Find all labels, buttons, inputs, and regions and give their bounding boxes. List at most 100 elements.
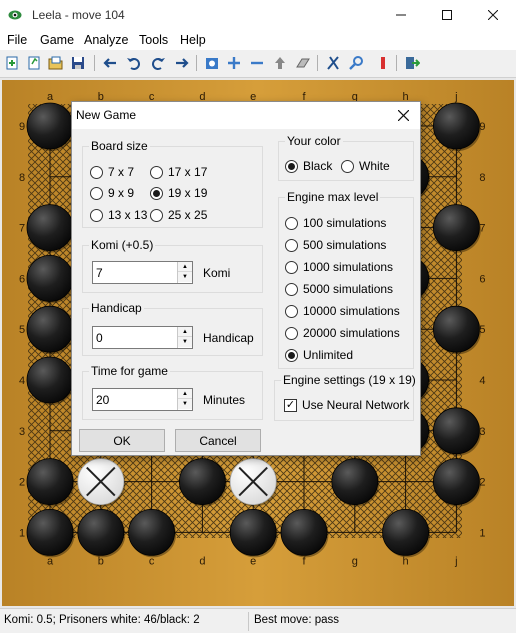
handicap-input[interactable]	[93, 327, 175, 348]
radio-color-black[interactable]: Black	[285, 159, 332, 173]
status-divider	[248, 612, 249, 631]
spin-up-button[interactable]: ▲	[178, 327, 192, 337]
maximize-icon	[442, 10, 452, 20]
radio-label: 25 x 25	[168, 208, 208, 222]
redo-button[interactable]	[148, 53, 168, 73]
row-label-left: 9	[19, 121, 25, 133]
column-label-top: j	[454, 91, 457, 103]
radio-label: Unlimited	[303, 348, 354, 362]
komi-group: Komi (+0.5) ▲ ▼ Komi	[82, 238, 263, 293]
forward-button[interactable]	[172, 53, 192, 73]
new-game-button[interactable]	[2, 53, 22, 73]
exit-button[interactable]	[402, 53, 422, 73]
cut-button[interactable]	[323, 53, 343, 73]
window-title: Leela - move 104	[32, 8, 125, 22]
settings-button[interactable]	[202, 53, 222, 73]
close-icon	[488, 10, 498, 20]
komi-spinbox[interactable]: ▲ ▼	[92, 261, 193, 284]
spin-down-button[interactable]: ▼	[178, 399, 192, 409]
radio-board-7x7[interactable]: 7 x 7	[90, 165, 134, 179]
zoom-out-button[interactable]	[247, 53, 267, 73]
radio-board-17x17[interactable]: 17 x 17	[150, 165, 207, 179]
status-best-move: Best move: pass	[254, 614, 340, 626]
radio-label: 5000 simulations	[303, 282, 394, 296]
radio-board-25x25[interactable]: 25 x 25	[150, 208, 207, 222]
radio-board-19x19[interactable]: 19 x 19	[150, 186, 207, 200]
radio-level-10000[interactable]: 10000 simulations	[285, 304, 400, 318]
radio-board-13x13[interactable]: 13 x 13	[90, 208, 147, 222]
marker-button[interactable]	[373, 53, 393, 73]
neural-network-checkbox[interactable]: ✓ Use Neural Network	[284, 398, 409, 412]
new-position-icon	[28, 56, 40, 70]
your-color-label: Your color	[285, 134, 343, 148]
time-spinbox[interactable]: ▲ ▼	[92, 388, 193, 411]
radio-label: 9 x 9	[108, 186, 135, 200]
row-label-left: 3	[19, 426, 25, 438]
menu-tools[interactable]: Tools	[139, 33, 168, 47]
radio-indicator	[90, 186, 103, 200]
analyze-button[interactable]	[346, 53, 366, 73]
time-input[interactable]	[93, 389, 175, 410]
settings-icon	[206, 58, 218, 69]
forward-icon	[176, 58, 189, 68]
radio-level-500[interactable]: 500 simulations	[285, 238, 386, 252]
save-button[interactable]	[68, 53, 88, 73]
radio-board-9x9[interactable]: 9 x 9	[90, 186, 134, 200]
column-label-bottom: g	[352, 555, 358, 567]
dialog-title: New Game	[76, 108, 137, 122]
engine-level-label: Engine max level	[285, 190, 381, 204]
menu-game[interactable]: Game	[40, 33, 74, 47]
engine-settings-group: Engine settings (19 x 19) ✓ Use Neural N…	[274, 373, 418, 421]
toolbar	[0, 50, 516, 78]
toolbar-separator	[396, 55, 397, 71]
handicap-group: Handicap ▲ ▼ Handicap	[82, 301, 263, 356]
spin-down-button[interactable]: ▼	[178, 337, 192, 347]
radio-indicator	[341, 159, 354, 173]
menu-help[interactable]: Help	[180, 33, 206, 47]
eraser-button[interactable]	[293, 53, 313, 73]
row-label-left: 4	[19, 375, 25, 387]
ok-button[interactable]: OK	[79, 429, 165, 452]
back-button[interactable]	[100, 53, 120, 73]
radio-label: 13 x 13	[108, 208, 148, 222]
radio-label: 20000 simulations	[303, 326, 400, 340]
spin-down-button[interactable]: ▼	[178, 272, 192, 282]
row-label-right: 8	[479, 172, 485, 184]
dialog-title-bar: New Game	[72, 102, 420, 129]
menu-analyze[interactable]: Analyze	[84, 33, 128, 47]
handicap-spinbox[interactable]: ▲ ▼	[92, 326, 193, 349]
menu-file[interactable]: File	[7, 33, 27, 47]
dialog-close-button[interactable]	[390, 103, 416, 127]
radio-level-20000[interactable]: 20000 simulations	[285, 326, 400, 340]
radio-indicator	[150, 208, 163, 222]
radio-color-white[interactable]: White	[341, 159, 390, 173]
radio-level-1000[interactable]: 1000 simulations	[285, 260, 393, 274]
komi-input[interactable]	[93, 262, 175, 283]
minimize-button[interactable]	[378, 0, 424, 30]
cancel-button[interactable]: Cancel	[175, 429, 261, 452]
undo-button[interactable]	[124, 53, 144, 73]
zoom-in-button[interactable]	[224, 53, 244, 73]
radio-label: 100 simulations	[303, 216, 387, 230]
new-position-button[interactable]	[24, 53, 44, 73]
spin-up-button[interactable]: ▲	[178, 389, 192, 399]
open-icon	[48, 56, 63, 70]
radio-indicator	[150, 186, 163, 200]
new-game-icon	[6, 56, 18, 70]
radio-level-100[interactable]: 100 simulations	[285, 216, 386, 230]
title-bar: Leela - move 104	[0, 0, 516, 30]
spin-up-button[interactable]: ▲	[178, 262, 192, 272]
radio-level-5000[interactable]: 5000 simulations	[285, 282, 393, 296]
radio-label: 10000 simulations	[303, 304, 400, 318]
open-button[interactable]	[46, 53, 66, 73]
radio-label: 1000 simulations	[303, 260, 394, 274]
board-size-group: Board size 7 x 7 17 x 17 9 x 9 19 x 19 1…	[82, 139, 263, 228]
maximize-button[interactable]	[424, 0, 470, 30]
radio-level-unlimited[interactable]: Unlimited	[285, 348, 353, 362]
close-button[interactable]	[470, 0, 516, 30]
toolbar-separator	[317, 55, 318, 71]
upload-button[interactable]	[270, 53, 290, 73]
back-icon	[103, 58, 116, 68]
radio-indicator	[285, 159, 298, 173]
row-label-left: 2	[19, 477, 25, 489]
